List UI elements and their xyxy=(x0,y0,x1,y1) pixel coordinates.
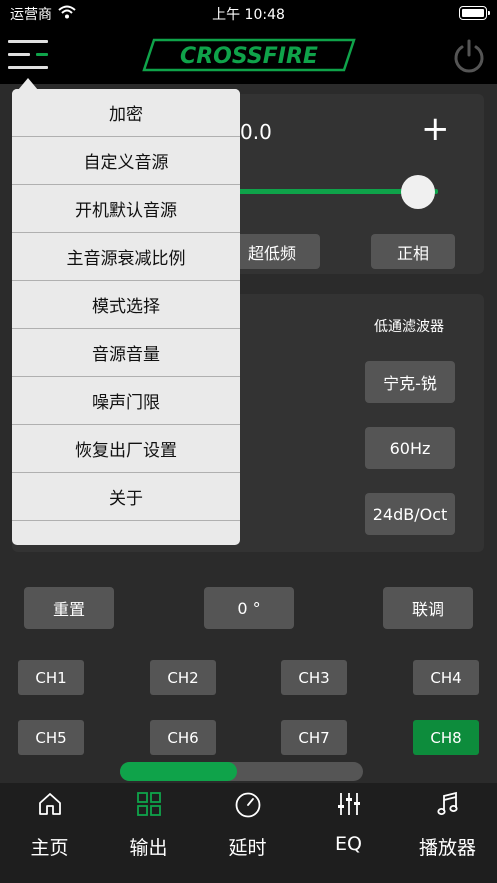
tab-eq-label: EQ xyxy=(335,833,362,855)
tab-player[interactable]: 播放器 xyxy=(398,783,497,883)
tab-player-label: 播放器 xyxy=(418,837,476,859)
menu-item-encryption[interactable]: 加密 xyxy=(12,89,240,137)
channel-button-ch5[interactable]: CH5 xyxy=(18,720,84,755)
music-note-icon xyxy=(436,791,458,815)
link-button[interactable]: 联调 xyxy=(383,587,473,629)
menu-item-about[interactable]: 关于 xyxy=(12,473,240,521)
app-header: CROSSFIRE xyxy=(0,26,497,84)
clock-icon xyxy=(235,792,260,818)
tab-home[interactable]: 主页 xyxy=(0,783,99,883)
reset-button[interactable]: 重置 xyxy=(24,587,114,629)
slope-button[interactable]: 24dB/Oct xyxy=(365,493,455,535)
tab-delay-label: 延时 xyxy=(228,837,267,859)
lowpass-filter-label: 低通滤波器 xyxy=(374,319,444,335)
channel-button-ch1[interactable]: CH1 xyxy=(18,660,84,695)
battery-icon xyxy=(459,6,490,20)
clock-time: 上午 10:48 xyxy=(212,7,285,23)
channel-button-ch6[interactable]: CH6 xyxy=(150,720,216,755)
gain-value: 0.0 xyxy=(240,120,272,144)
plus-button[interactable]: + xyxy=(421,112,450,146)
phase-button[interactable]: 正相 xyxy=(371,234,455,269)
dropdown-menu: 加密 自定义音源 开机默认音源 主音源衰减比例 模式选择 音源音量 噪声门限 恢… xyxy=(12,89,240,545)
gain-slider-thumb[interactable] xyxy=(401,175,435,209)
channel-button-ch3[interactable]: CH3 xyxy=(281,660,347,695)
status-bar: 运营商 上午 10:48 xyxy=(0,0,497,26)
grid-icon xyxy=(136,792,161,816)
scrollbar-thumb[interactable] xyxy=(120,762,237,781)
tab-output[interactable]: 输出 xyxy=(99,783,198,883)
crossfire-logo: CROSSFIRE xyxy=(142,38,356,72)
menu-item-custom-source[interactable]: 自定义音源 xyxy=(12,137,240,185)
menu-item-source-volume[interactable]: 音源音量 xyxy=(12,329,240,377)
tab-home-label: 主页 xyxy=(30,837,69,859)
channel-button-ch8[interactable]: CH8 xyxy=(413,720,479,755)
tab-delay[interactable]: 延时 xyxy=(198,783,297,883)
menu-item-noise-gate[interactable]: 噪声门限 xyxy=(12,377,240,425)
menu-item-default-source[interactable]: 开机默认音源 xyxy=(12,185,240,233)
tab-bar: 主页 输出 延时 EQ 播放器 xyxy=(0,783,497,883)
channel-button-ch7[interactable]: CH7 xyxy=(281,720,347,755)
menu-item-factory-reset[interactable]: 恢复出厂设置 xyxy=(12,425,240,473)
menu-item-attenuation-ratio[interactable]: 主音源衰减比例 xyxy=(12,233,240,281)
channel-button-ch2[interactable]: CH2 xyxy=(150,660,216,695)
channel-button-ch4[interactable]: CH4 xyxy=(413,660,479,695)
tab-output-label: 输出 xyxy=(129,837,168,859)
frequency-button[interactable]: 60Hz xyxy=(365,427,455,469)
power-icon[interactable] xyxy=(451,38,487,74)
logo-text: CROSSFIRE xyxy=(180,44,318,69)
horizontal-scrollbar[interactable] xyxy=(120,762,363,781)
phase-degree-button[interactable]: 0 ° xyxy=(204,587,294,629)
filter-type-button[interactable]: 宁克-锐 xyxy=(365,361,455,403)
menu-item-mode-select[interactable]: 模式选择 xyxy=(12,281,240,329)
home-icon xyxy=(38,793,61,815)
equalizer-icon xyxy=(337,793,360,815)
menu-icon[interactable] xyxy=(8,40,50,72)
tab-eq[interactable]: EQ xyxy=(299,783,398,883)
